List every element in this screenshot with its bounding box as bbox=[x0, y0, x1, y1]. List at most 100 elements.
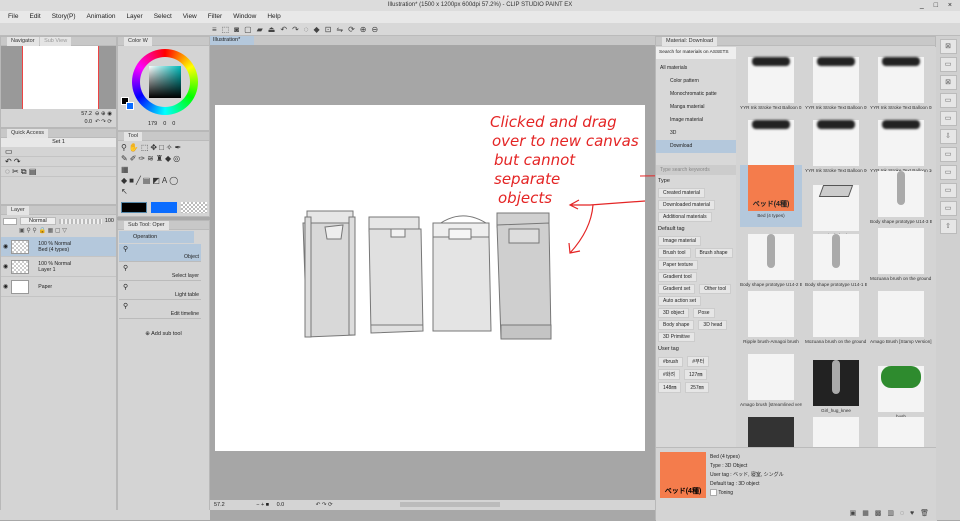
folder-icon[interactable]: ▭ bbox=[939, 111, 957, 126]
material-item[interactable]: Body shape prototype U14-1 Bod bbox=[805, 228, 867, 290]
upload-icon[interactable]: ⇧ bbox=[939, 219, 957, 234]
menu-select[interactable]: Select bbox=[154, 11, 172, 23]
menu-file[interactable]: File bbox=[8, 11, 18, 23]
material-item[interactable]: YYR Ink Stroke Text Balloon 10 bbox=[870, 102, 932, 173]
angle-value[interactable]: 0.0 bbox=[84, 119, 92, 125]
tag-button[interactable]: #부터 bbox=[687, 356, 710, 367]
tab-quick-access[interactable]: Quick Access bbox=[7, 129, 49, 138]
tag-button[interactable]: Pose bbox=[693, 308, 715, 318]
saturation-square[interactable] bbox=[149, 66, 181, 98]
material-item[interactable]: Girl_hug_knee bbox=[805, 354, 867, 416]
transparent-chip[interactable] bbox=[181, 202, 207, 213]
set-select[interactable]: Set 1 bbox=[1, 138, 116, 147]
undo-icon[interactable]: ↶ bbox=[280, 24, 287, 35]
tag-button[interactable]: Brush shape bbox=[694, 248, 733, 258]
sub-tool-light-table[interactable]: ⚲ Light table bbox=[119, 282, 201, 300]
search-assets-button[interactable]: Search for materials on ASSETS bbox=[656, 47, 736, 59]
transform-icon[interactable]: ⊡ bbox=[325, 24, 332, 35]
opacity-value[interactable]: 100 bbox=[105, 218, 114, 224]
material-item[interactable]: ベッド(4種) Bed (4 types) bbox=[740, 165, 802, 227]
sub-tool-object[interactable]: ⚲ Object bbox=[119, 244, 201, 262]
canvas[interactable]: Clicked and drag over to new canvas but ca… bbox=[215, 105, 646, 451]
menu-help[interactable]: Help bbox=[267, 11, 280, 23]
rotate-icon[interactable]: ⟳ bbox=[348, 24, 355, 35]
material-item[interactable]: YYR Ink Stroke Text Balloon 08 bbox=[870, 47, 932, 110]
material-item[interactable]: Ripple brush-Amagoi brush bbox=[740, 291, 802, 353]
menu-edit[interactable]: Edit bbox=[29, 11, 40, 23]
folder-icon[interactable]: ▭ bbox=[939, 93, 957, 108]
zoom-value[interactable]: 57.2 bbox=[81, 111, 92, 117]
material-item[interactable]: bush bbox=[870, 354, 932, 419]
sub-tool-group-operation[interactable]: Operation bbox=[119, 231, 194, 243]
material-item[interactable]: Mozuana brush on the ground [Fl bbox=[805, 291, 867, 353]
tag-button[interactable]: Brush tool bbox=[658, 248, 691, 258]
material-item[interactable]: Mozuana brush on the ground Am bbox=[870, 228, 932, 290]
tree-item-image-material[interactable]: Image material bbox=[656, 114, 736, 127]
material-item[interactable]: Single bed bbox=[805, 165, 867, 238]
menu-storyp[interactable]: Story(P) bbox=[52, 11, 76, 23]
material-item[interactable]: YYR Ink Stroke Text Balloon 07 bbox=[740, 102, 802, 173]
tag-button[interactable]: 3D Primitive bbox=[658, 332, 695, 342]
view-mode-buttons[interactable]: ▣ ▦ ▩ ▥ ◌ ♥ 🗑 bbox=[850, 509, 931, 517]
menu-filter[interactable]: Filter bbox=[208, 11, 222, 23]
clear-icon[interactable]: ◌ bbox=[304, 24, 309, 35]
canvas-area[interactable]: Illustration* Clicked and drag over to ne… bbox=[210, 36, 655, 510]
sat-value[interactable]: 0 bbox=[163, 121, 166, 127]
layer-row[interactable]: ◉ 100 % Normal Layer 1 bbox=[1, 257, 116, 277]
tag-button[interactable]: #화려 bbox=[658, 369, 680, 380]
navigator-preview[interactable] bbox=[1, 46, 116, 109]
quick-access-row[interactable]: ▭ bbox=[1, 147, 116, 157]
add-sub-tool-button[interactable]: ⊕ Add sub tool bbox=[118, 331, 209, 337]
download-icon[interactable]: ⇩ bbox=[939, 129, 957, 144]
tag-button[interactable]: Gradient tool bbox=[658, 272, 697, 282]
tag-button[interactable]: Gradient set bbox=[658, 284, 696, 294]
hue-value[interactable]: 179 bbox=[148, 121, 157, 127]
camera-icon[interactable]: ▭ bbox=[939, 183, 957, 198]
tree-item-download[interactable]: Download bbox=[656, 140, 736, 153]
sub-tool-edit-timeline[interactable]: ⚲ Edit timeline bbox=[119, 301, 201, 319]
tag-button[interactable]: Image material bbox=[658, 236, 702, 246]
toning-checkbox[interactable] bbox=[710, 489, 717, 497]
check-icon[interactable]: ▭ bbox=[939, 165, 957, 180]
new-icon[interactable]: ▢ bbox=[244, 24, 252, 35]
material-item[interactable]: YYR Ink Stroke Text Balloon 01 bbox=[740, 47, 802, 110]
tab-illustration[interactable]: Illustration* bbox=[210, 36, 255, 45]
tab-tool[interactable]: Tool bbox=[124, 132, 143, 141]
save-icon[interactable]: ⏏ bbox=[268, 24, 276, 35]
window-controls[interactable]: _ □ × bbox=[920, 0, 956, 11]
opacity-slider[interactable] bbox=[58, 218, 102, 224]
blend-mode-select[interactable]: Normal bbox=[20, 217, 56, 225]
tool-select-icon[interactable]: ⬚ bbox=[222, 24, 230, 35]
material-item[interactable]: Amago Brush [Stamp Version] Am bbox=[870, 291, 932, 353]
camera-icon[interactable]: ◙ bbox=[234, 24, 239, 35]
tab-layer[interactable]: Layer bbox=[7, 206, 29, 215]
eye-icon[interactable]: ◉ bbox=[3, 243, 8, 250]
tab-sub-view[interactable]: Sub View bbox=[40, 37, 72, 46]
menu-icon[interactable]: ≡ bbox=[212, 24, 217, 35]
folder-icon[interactable]: ▭ bbox=[939, 147, 957, 162]
menu-animation[interactable]: Animation bbox=[87, 11, 116, 23]
folder-icon[interactable]: ▭ bbox=[939, 201, 957, 216]
tree-item-monochromatic-patte[interactable]: Monochromatic patte bbox=[656, 88, 736, 101]
main-color-chip[interactable] bbox=[121, 202, 147, 213]
tree-item-color-pattern[interactable]: Color pattern bbox=[656, 75, 736, 88]
tag-button[interactable]: 127㎜ bbox=[683, 369, 708, 380]
tag-button[interactable]: Downloaded material bbox=[658, 200, 715, 210]
tag-button[interactable]: Body shape bbox=[658, 320, 695, 330]
zoom-out-icon[interactable]: ⊖ bbox=[372, 24, 379, 35]
tree-item-manga-material[interactable]: Manga material bbox=[656, 101, 736, 114]
val-value[interactable]: 0 bbox=[172, 121, 175, 127]
tool-icons[interactable]: ⚲✋⬚✥□✧✒ ✎✐✑≋♜◆◎ ▦ ◆■╱▤◩A◯ ↖ bbox=[118, 141, 209, 198]
tag-button[interactable]: 148㎜ bbox=[658, 382, 682, 393]
flip-icon[interactable]: ⇋ bbox=[336, 24, 343, 35]
tag-button[interactable]: Created material bbox=[658, 188, 705, 198]
eye-icon[interactable]: ◉ bbox=[3, 283, 8, 290]
status-angle[interactable]: 0.0 bbox=[277, 502, 285, 508]
tab-navigator[interactable]: Navigator bbox=[7, 37, 39, 46]
tab-color-wheel[interactable]: Color W bbox=[124, 37, 152, 46]
tag-button[interactable]: Auto action set bbox=[658, 296, 702, 306]
menu-window[interactable]: Window bbox=[233, 11, 256, 23]
keyword-search-input[interactable]: Type search keywords bbox=[656, 165, 736, 175]
tab-material-download[interactable]: Material: Download bbox=[662, 37, 718, 46]
redo-icon[interactable]: ↷ bbox=[292, 24, 299, 35]
